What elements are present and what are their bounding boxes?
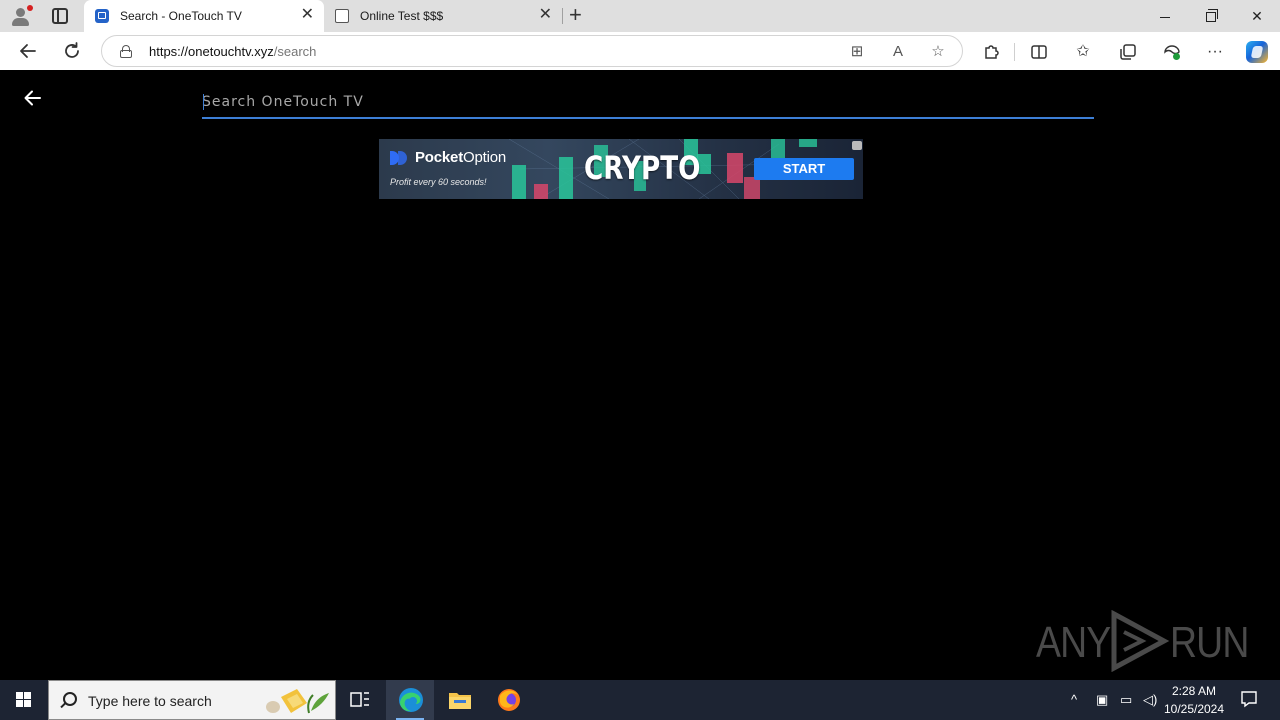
close-window-button[interactable]: ✕ [1234, 0, 1280, 32]
search-input[interactable] [202, 88, 1094, 116]
start-button[interactable] [0, 680, 48, 720]
edge-browser-icon [399, 688, 423, 712]
watermark-text-left: ANY [1036, 618, 1111, 667]
show-hidden-icons-chevron-icon[interactable]: ^ [1071, 692, 1077, 708]
favorites-icon[interactable]: ✩ [1072, 42, 1094, 62]
url-host: https://onetouchtv.xyz [149, 44, 274, 59]
ad-banner[interactable]: PocketOption Profit every 60 seconds! CR… [379, 139, 863, 199]
network-icon[interactable]: ▭ [1120, 692, 1132, 708]
watermark-text-right: RUN [1170, 618, 1249, 667]
onetouch-favicon-icon [95, 9, 109, 23]
arrow-left-icon [20, 44, 36, 58]
browser-essentials-icon[interactable] [1161, 42, 1183, 62]
task-view-button[interactable] [336, 680, 384, 720]
lock-icon[interactable] [120, 45, 132, 58]
address-bar[interactable]: https://onetouchtv.xyz/search ⊞ A ☆ [101, 35, 963, 67]
toolbar-divider [1014, 43, 1015, 61]
ad-tagline: Profit every 60 seconds! [390, 177, 487, 187]
notification-icon [1241, 691, 1257, 708]
search-icon [63, 692, 77, 706]
clock-time[interactable]: 2:28 AM [1162, 684, 1226, 698]
windows-taskbar: Type here to search ^ ▣ ▭ ◁) 2:28 AM 10/… [0, 680, 1280, 720]
new-tab-button[interactable]: + [569, 3, 582, 27]
reload-icon [65, 42, 79, 58]
tab-title: Online Test $$$ [360, 9, 444, 23]
taskbar-firefox[interactable] [485, 680, 533, 720]
browser-tab-strip: Search - OneTouch TV ✕ Online Test $$$ ✕… [0, 0, 1280, 32]
adchoices-icon[interactable] [852, 141, 862, 150]
favorite-star-icon[interactable]: ☆ [929, 43, 947, 61]
ad-brand-light: Option [463, 149, 506, 166]
copilot-icon[interactable] [1246, 41, 1268, 63]
close-tab-icon[interactable]: ✕ [539, 7, 552, 23]
app-available-icon[interactable]: ⊞ [848, 43, 866, 61]
tab-search-onetouch[interactable]: Search - OneTouch TV ✕ [84, 0, 324, 32]
folder-icon [449, 693, 471, 709]
profile-icon[interactable] [9, 5, 33, 27]
read-aloud-icon[interactable]: A [889, 43, 907, 61]
tab-online-test[interactable]: Online Test $$$ ✕ [324, 0, 562, 32]
tab-actions-icon[interactable] [52, 8, 68, 24]
taskbar-file-explorer[interactable] [436, 680, 484, 720]
notifications-button[interactable] [1240, 690, 1258, 712]
minimize-button[interactable] [1142, 0, 1188, 32]
page-back-button[interactable] [22, 87, 44, 109]
ad-brand-name: PocketOption [415, 149, 506, 166]
extensions-icon[interactable] [980, 42, 1002, 62]
arrow-left-icon [24, 90, 41, 106]
ad-headline: CRYPTO [584, 149, 701, 187]
taskbar-search-placeholder: Type here to search [88, 693, 212, 709]
firefox-icon [498, 689, 520, 711]
play-logo-icon [1111, 610, 1170, 672]
anyrun-watermark: ANY RUN [1036, 608, 1249, 672]
page-viewport: PocketOption Profit every 60 seconds! CR… [4, 70, 1276, 676]
clock-date[interactable]: 10/25/2024 [1162, 702, 1226, 716]
tab-title: Search - OneTouch TV [120, 9, 242, 23]
page-favicon-icon [335, 9, 349, 23]
taskbar-search-box[interactable]: Type here to search [48, 680, 336, 720]
search-field[interactable] [202, 88, 1094, 119]
windows-logo-icon [16, 692, 32, 708]
collections-icon[interactable] [1117, 42, 1139, 62]
search-highlight-illustration-icon [266, 689, 329, 714]
ad-brand-bold: Pocket [415, 149, 463, 166]
url-text[interactable]: https://onetouchtv.xyz/search [149, 44, 316, 59]
ad-start-button[interactable]: START [754, 158, 854, 180]
tab-divider [562, 8, 563, 24]
split-screen-icon[interactable] [1028, 42, 1050, 62]
pocketoption-logo-icon [390, 151, 410, 165]
meet-now-icon[interactable]: ▣ [1096, 692, 1108, 708]
restore-button[interactable] [1188, 0, 1234, 32]
url-path: /search [273, 44, 317, 59]
taskbar-edge[interactable] [386, 680, 434, 720]
text-caret [203, 94, 204, 110]
settings-more-icon[interactable]: ··· [1204, 42, 1226, 62]
task-view-icon [350, 692, 369, 707]
back-button[interactable] [15, 38, 41, 64]
close-tab-icon[interactable]: ✕ [301, 7, 314, 23]
reload-button[interactable] [59, 38, 85, 64]
volume-icon[interactable]: ◁) [1143, 692, 1157, 708]
